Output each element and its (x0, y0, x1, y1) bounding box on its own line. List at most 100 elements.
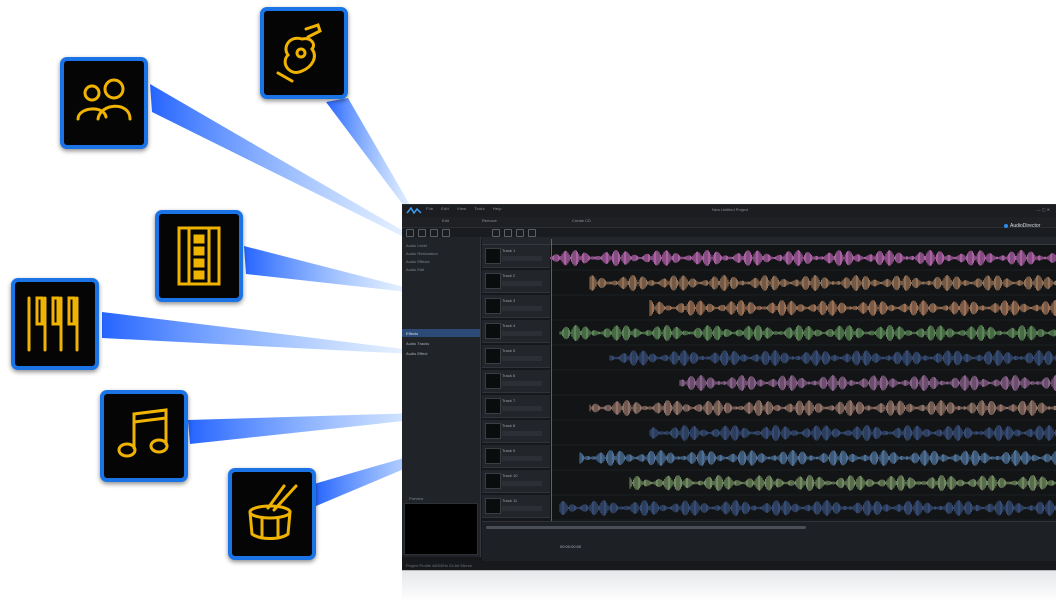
piano-keys-icon (27, 296, 79, 352)
menu-item[interactable]: Help (493, 206, 502, 211)
track-header[interactable]: Track 10 (482, 470, 550, 493)
people-tile (60, 57, 148, 149)
track-thumbnail (485, 448, 501, 464)
window-controls[interactable]: — ▢ ✕ (1037, 207, 1050, 212)
track-header[interactable]: Track 7 (482, 395, 550, 418)
track-controls[interactable] (502, 506, 542, 511)
toolbar: Edit Remove Create CD AudioDirector (402, 217, 1056, 229)
track-waveform (589, 400, 1056, 416)
horizontal-scrollbar[interactable] (486, 526, 806, 529)
beam-film (244, 246, 408, 292)
export-icon[interactable] (442, 229, 450, 237)
track-header[interactable]: Track 6 (482, 370, 550, 393)
side-sub-item[interactable]: Audio Effect (406, 351, 428, 356)
track-name: Track 8 (502, 423, 516, 428)
track-lanes[interactable] (550, 245, 1056, 521)
track-waveform (609, 350, 1056, 366)
track-controls[interactable] (502, 431, 542, 436)
timeline-ruler[interactable] (482, 237, 1056, 245)
track-thumbnail (485, 248, 501, 264)
track-controls[interactable] (502, 356, 542, 361)
playhead[interactable] (551, 239, 552, 521)
track-thumbnail (485, 423, 501, 439)
track-header[interactable]: Track 1 (482, 245, 550, 268)
menu-item[interactable]: Edit (441, 206, 449, 211)
time-readout: 00:00:00:00 (560, 544, 582, 549)
status-text: Project Profile 48000Hz 24-bit Stereo (406, 563, 473, 568)
menu-item[interactable]: File (426, 206, 433, 211)
track-headers: Track 1 Track 2 Track 3 Track 4 Track 5 Track… (482, 245, 550, 521)
track-controls[interactable] (502, 281, 542, 286)
track-controls[interactable] (502, 381, 542, 386)
track-name: Track 2 (502, 273, 516, 278)
edit-tab[interactable]: Edit (442, 218, 449, 223)
track-name: Track 9 (502, 448, 516, 453)
drum-icon (248, 484, 298, 540)
track-header[interactable]: Track 8 (482, 420, 550, 443)
music-tile (100, 390, 188, 482)
track-name: Track 1 (502, 248, 516, 253)
track-controls[interactable] (502, 331, 542, 336)
side-item[interactable]: Audio Effects (406, 259, 430, 264)
side-item[interactable]: Audio Edit (406, 267, 424, 272)
track-header[interactable]: Track 3 (482, 295, 550, 318)
track-thumbnail (485, 398, 501, 414)
guitar-icon (276, 23, 322, 83)
side-sub-item[interactable]: Audio Tracks (406, 341, 429, 346)
track-waveform (559, 500, 1056, 516)
track-thumbnail (485, 323, 501, 339)
track-waveform (629, 475, 1056, 491)
track-name: Track 7 (502, 398, 516, 403)
track-name: Track 3 (502, 298, 516, 303)
remove-button[interactable]: Remove (482, 218, 497, 223)
track-thumbnail (485, 348, 501, 364)
zoom-tool-icon[interactable] (516, 229, 524, 237)
beam-piano (102, 312, 412, 354)
track-waveform (679, 375, 1056, 391)
select-tool-icon[interactable] (492, 229, 500, 237)
track-waveform (550, 250, 1056, 266)
cut-tool-icon[interactable] (504, 229, 512, 237)
track-header[interactable]: Track 11 (482, 495, 550, 518)
music-note-icon (117, 408, 169, 458)
track-controls[interactable] (502, 256, 542, 261)
track-name: Track 5 (502, 348, 516, 353)
preview-window: Preview (404, 496, 478, 555)
track-header[interactable]: Track 2 (482, 270, 550, 293)
side-item[interactable]: Audio Restoration (406, 251, 438, 256)
title-bar: File Edit View Tools Help New Untitled P… (402, 205, 1056, 217)
menu-item[interactable]: Tools (474, 206, 484, 211)
film-strip-icon (177, 226, 221, 286)
film-tile (155, 210, 243, 302)
track-header[interactable]: Track 5 (482, 345, 550, 368)
undo-icon[interactable] (406, 229, 414, 237)
track-name: Track 6 (502, 373, 516, 378)
people-icon (76, 78, 132, 121)
preview-label: Preview (409, 496, 424, 501)
track-waveform (649, 300, 1056, 316)
side-item[interactable]: Audio Level (406, 243, 427, 248)
track-thumbnail (485, 298, 501, 314)
track-waveform (649, 425, 1056, 441)
track-thumbnail (485, 273, 501, 289)
track-name: Track 4 (502, 323, 516, 328)
track-controls[interactable] (502, 306, 542, 311)
import-icon[interactable] (430, 229, 438, 237)
create-cd-tab[interactable]: Create CD (572, 218, 591, 223)
track-controls[interactable] (502, 456, 542, 461)
window-reflection (402, 570, 1056, 602)
audio-editor-window: File Edit View Tools Help New Untitled P… (402, 204, 1056, 571)
effects-section[interactable]: Effects (402, 329, 480, 337)
track-header[interactable]: Track 9 (482, 445, 550, 468)
track-thumbnail (485, 498, 501, 514)
redo-icon[interactable] (418, 229, 426, 237)
track-waveform (559, 325, 1056, 341)
menu-item[interactable]: View (457, 206, 466, 211)
track-header[interactable]: Track 4 (482, 320, 550, 343)
piano-tile (11, 278, 99, 370)
track-controls[interactable] (502, 406, 542, 411)
marker-tool-icon[interactable] (528, 229, 536, 237)
track-waveform (589, 275, 1056, 291)
side-panel: Audio Level Audio Restoration Audio Effe… (402, 237, 481, 557)
track-controls[interactable] (502, 481, 542, 486)
